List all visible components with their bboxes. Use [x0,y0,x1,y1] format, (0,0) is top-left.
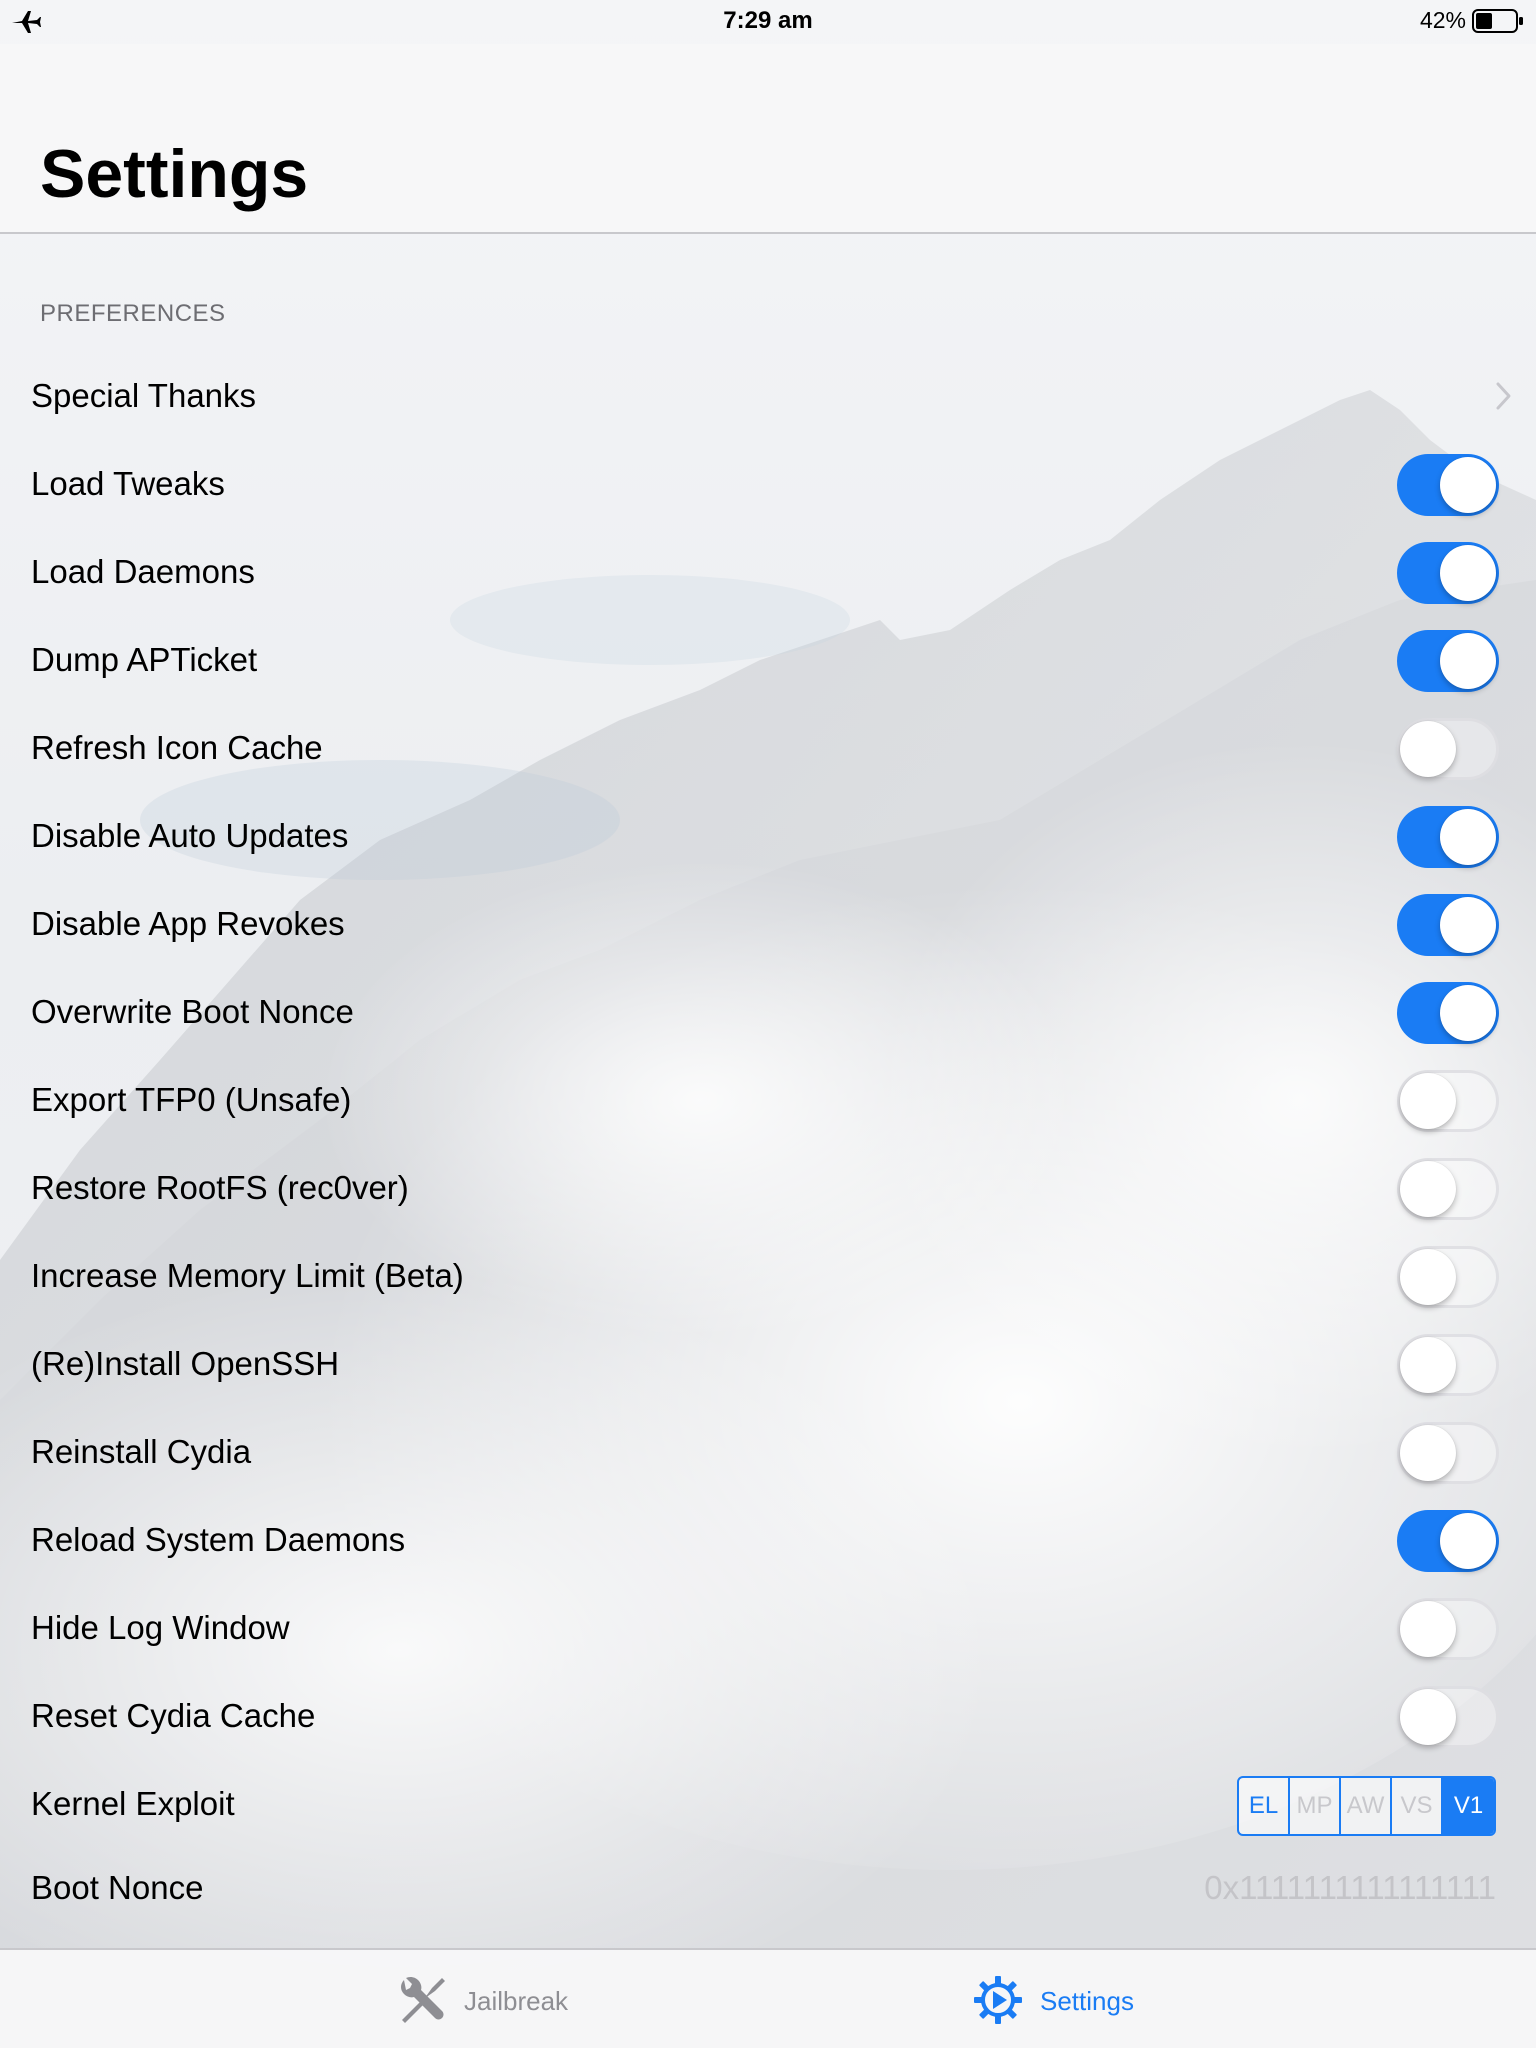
status-bar: 7:29 am 42% [0,0,1536,44]
toggle-knob [1400,1689,1456,1745]
load-tweaks-toggle[interactable] [1397,454,1499,516]
tab-bar: Jailbreak Settings [0,1948,1536,2048]
navigation-header: Settings [0,44,1536,234]
row-export-tfp0: Export TFP0 (Unsafe) [0,1056,1536,1144]
reset-cydia-cache-toggle[interactable] [1397,1686,1499,1748]
row-reset-cydia-cache: Reset Cydia Cache [0,1672,1536,1760]
row-label: Reset Cydia Cache [31,1697,316,1734]
increase-memory-limit-toggle[interactable] [1397,1246,1499,1308]
toggle-knob [1440,1513,1496,1569]
toggle-knob [1400,1337,1456,1393]
segment-v1[interactable]: V1 [1443,1778,1494,1834]
overwrite-boot-nonce-toggle[interactable] [1397,982,1499,1044]
toggle-knob [1440,809,1496,865]
row-hide-log-window: Hide Log Window [0,1584,1536,1672]
segment-el[interactable]: EL [1239,1778,1290,1834]
row-label: Disable App Revokes [31,905,345,942]
tab-label: Jailbreak [464,1986,569,2016]
segment-mp[interactable]: MP [1290,1778,1341,1834]
row-load-tweaks: Load Tweaks [0,440,1536,528]
toggle-knob [1440,457,1496,513]
row-label: Overwrite Boot Nonce [31,993,354,1030]
disable-app-revokes-toggle[interactable] [1397,894,1499,956]
row-label: Refresh Icon Cache [31,729,323,766]
refresh-icon-cache-toggle[interactable] [1397,718,1499,780]
row-special-thanks[interactable]: Special Thanks [0,352,1536,440]
row-overwrite-boot-nonce: Overwrite Boot Nonce [0,968,1536,1056]
row-label: Disable Auto Updates [31,817,349,854]
toggle-knob [1440,897,1496,953]
settings-screen: 7:29 am 42% Settings PREFERENCES Special… [0,0,1536,2048]
row-label: Hide Log Window [31,1609,290,1646]
toggle-knob [1400,1249,1456,1305]
row-reinstall-openssh: (Re)Install OpenSSH [0,1320,1536,1408]
toggle-knob [1400,1161,1456,1217]
row-restore-rootfs: Restore RootFS (rec0ver) [0,1144,1536,1232]
row-label: Export TFP0 (Unsafe) [31,1081,352,1118]
reinstall-openssh-toggle[interactable] [1397,1334,1499,1396]
section-header-preferences: PREFERENCES [40,300,226,327]
restore-rootfs-toggle[interactable] [1397,1158,1499,1220]
row-label: Reload System Daemons [31,1521,406,1558]
tools-icon [401,1976,445,2023]
toggle-knob [1400,1425,1456,1481]
toggle-knob [1440,985,1496,1041]
row-dump-apticket: Dump APTicket [0,616,1536,704]
reinstall-cydia-toggle[interactable] [1397,1422,1499,1484]
row-label: Kernel Exploit [31,1785,235,1822]
battery-icon [1472,9,1523,33]
toggle-knob [1400,1601,1456,1657]
status-time: 7:29 am [723,7,813,34]
toggle-knob [1400,1073,1456,1129]
export-tfp0-toggle[interactable] [1397,1070,1499,1132]
row-label: Boot Nonce [31,1869,204,1906]
row-label: Load Daemons [31,553,255,590]
row-label: Special Thanks [31,377,257,414]
row-reinstall-cydia: Reinstall Cydia [0,1408,1536,1496]
settings-list[interactable]: PREFERENCES Special Thanks Load Tweaks L… [0,234,1536,1948]
load-daemons-toggle[interactable] [1397,542,1499,604]
row-label: Restore RootFS (rec0ver) [31,1169,409,1206]
row-disable-app-revokes: Disable App Revokes [0,880,1536,968]
row-label: (Re)Install OpenSSH [31,1345,340,1382]
row-label: Load Tweaks [31,465,225,502]
tab-label: Settings [1040,1986,1134,2016]
segment-aw[interactable]: AW [1341,1778,1392,1834]
hide-log-window-toggle[interactable] [1397,1598,1499,1660]
row-label: Increase Memory Limit (Beta) [31,1257,464,1294]
kernel-exploit-segmented-control[interactable]: EL MP AW VS V1 [1237,1776,1496,1836]
tab-jailbreak[interactable]: Jailbreak [396,1974,586,2028]
row-label: Dump APTicket [31,641,258,678]
boot-nonce-value[interactable]: 0x1111111111111111 [1204,1844,1496,1932]
gear-icon [974,1976,1022,2024]
row-increase-memory-limit: Increase Memory Limit (Beta) [0,1232,1536,1320]
row-reload-system-daemons: Reload System Daemons [0,1496,1536,1584]
battery-percentage: 42% [1419,7,1466,33]
disable-auto-updates-toggle[interactable] [1397,806,1499,868]
row-refresh-icon-cache: Refresh Icon Cache [0,704,1536,792]
row-load-daemons: Load Daemons [0,528,1536,616]
row-disable-auto-updates: Disable Auto Updates [0,792,1536,880]
dump-apticket-toggle[interactable] [1397,630,1499,692]
row-kernel-exploit: Kernel Exploit EL MP AW VS V1 [0,1760,1536,1848]
reload-system-daemons-toggle[interactable] [1397,1510,1499,1572]
chevron-right-icon [1496,382,1511,410]
row-label: Reinstall Cydia [31,1433,252,1470]
row-boot-nonce[interactable]: Boot Nonce 0x1111111111111111 [0,1844,1536,1932]
tab-settings[interactable]: Settings [972,1974,1172,2028]
segment-vs[interactable]: VS [1392,1778,1443,1834]
page-title: Settings [40,136,309,212]
toggle-knob [1440,545,1496,601]
toggle-knob [1400,721,1456,777]
toggle-knob [1440,633,1496,689]
